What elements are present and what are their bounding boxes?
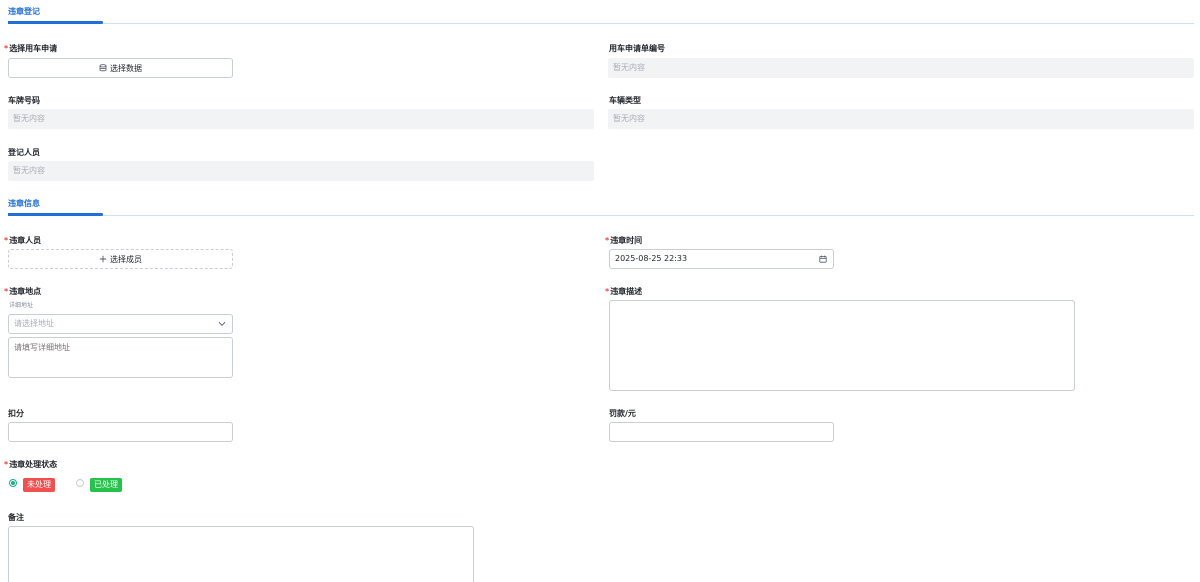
registrant-field: 暂无内容 [8, 161, 594, 181]
status-label: *违章处理状态 [4, 460, 58, 469]
remarks-textarea[interactable] [8, 526, 474, 582]
section-title-violation-register: 违章登记 [8, 7, 40, 16]
address-select-placeholder: 请选择地址 [14, 319, 54, 328]
vehicle-type-field: 暂无内容 [608, 109, 1194, 129]
section-underline [8, 213, 103, 216]
section-title-violation-info: 违章信息 [8, 199, 40, 208]
detail-address-textarea[interactable] [8, 337, 233, 378]
violator-label: *违章人员 [4, 236, 42, 245]
points-label: 扣分 [8, 409, 24, 418]
plus-icon [99, 255, 107, 263]
chevron-down-icon [218, 321, 226, 327]
registrant-label: 登记人员 [8, 148, 40, 157]
section-divider [8, 23, 1194, 24]
status-tag-processed[interactable]: 已处理 [90, 478, 122, 492]
fine-input[interactable] [609, 422, 834, 442]
status-radio-processed[interactable] [76, 479, 84, 487]
remarks-label: 备注 [8, 513, 24, 522]
plate-number-label: 车牌号码 [8, 96, 40, 105]
request-number-label: 用车申请单编号 [609, 44, 665, 53]
violation-time-picker[interactable]: 2025-08-25 22:33 [609, 249, 834, 269]
fine-label: 罚款/元 [609, 409, 636, 418]
select-data-label: 选择数据 [110, 63, 142, 73]
vehicle-request-label: *选择用车申请 [4, 44, 58, 53]
violation-time-label: *违章时间 [605, 236, 643, 245]
address-select[interactable]: 请选择地址 [8, 314, 233, 334]
status-tag-unprocessed[interactable]: 未处理 [23, 478, 55, 492]
database-icon [99, 64, 107, 72]
violation-description-label: *违章描述 [605, 287, 643, 296]
violation-time-value: 2025-08-25 22:33 [615, 254, 688, 263]
request-number-field: 暂无内容 [608, 58, 1194, 78]
vehicle-type-label: 车辆类型 [609, 96, 641, 105]
section-divider [8, 215, 1194, 216]
section-underline [8, 21, 103, 24]
select-member-button[interactable]: 选择成员 [8, 249, 233, 269]
violation-location-label: *违章地点 [4, 287, 42, 296]
select-member-label: 选择成员 [110, 254, 142, 264]
detail-address-sublabel: 详细地址 [9, 302, 34, 309]
violation-description-textarea[interactable] [609, 300, 1075, 391]
status-radio-unprocessed[interactable] [9, 479, 17, 487]
plate-number-field: 暂无内容 [8, 109, 594, 129]
calendar-icon[interactable] [819, 255, 827, 263]
select-data-button[interactable]: 选择数据 [8, 58, 233, 78]
points-input[interactable] [8, 422, 233, 442]
